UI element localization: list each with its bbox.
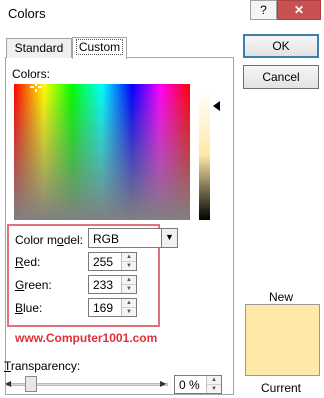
slider-left-icon[interactable]: ◀: [5, 379, 11, 388]
color-model-value: RGB: [93, 232, 120, 246]
tab-custom-label: Custom: [75, 39, 124, 55]
current-color-label: Current: [260, 381, 301, 395]
crosshair-icon: [30, 84, 42, 92]
green-down-icon[interactable]: ▼: [122, 285, 136, 293]
green-spinner[interactable]: 233 ▲ ▼: [88, 275, 137, 294]
red-value[interactable]: 255: [93, 255, 113, 269]
transparency-value[interactable]: 0 %: [179, 378, 200, 392]
blue-spinner[interactable]: 169 ▲ ▼: [88, 298, 137, 317]
current-color-swatch: [245, 373, 320, 376]
help-button[interactable]: ?: [250, 0, 277, 20]
close-button[interactable]: ✕: [277, 0, 321, 20]
transparency-spinner[interactable]: 0 % ▲ ▼: [174, 375, 222, 394]
red-label: Red:: [15, 255, 41, 269]
color-model-label: Color model:: [15, 233, 84, 247]
red-down-icon[interactable]: ▼: [122, 262, 136, 270]
luminance-slider[interactable]: [199, 90, 210, 220]
transparency-label: Transparency:: [4, 359, 81, 373]
transparency-slider[interactable]: ◀ ▶: [5, 376, 168, 392]
blue-value[interactable]: 169: [93, 301, 113, 315]
blue-down-icon[interactable]: ▼: [122, 308, 136, 316]
slider-thumb[interactable]: [25, 376, 37, 392]
cancel-button[interactable]: Cancel: [243, 65, 319, 89]
red-spinner[interactable]: 255 ▲ ▼: [88, 252, 137, 271]
new-color-label: New: [268, 290, 293, 304]
tab-standard[interactable]: Standard: [6, 38, 72, 58]
window-title: Colors: [8, 6, 46, 21]
transparency-up-icon[interactable]: ▲: [207, 376, 221, 385]
watermark-text: www.Computer1001.com: [15, 331, 158, 345]
blue-label: Blue:: [15, 301, 43, 315]
tab-custom[interactable]: Custom: [72, 37, 127, 59]
blue-up-icon[interactable]: ▲: [122, 299, 136, 308]
slider-right-icon[interactable]: ▶: [160, 379, 166, 388]
new-color-swatch: [245, 304, 320, 373]
transparency-down-icon[interactable]: ▼: [207, 385, 221, 393]
green-value[interactable]: 233: [93, 278, 113, 292]
color-spectrum-picker[interactable]: [14, 84, 190, 220]
chevron-down-icon[interactable]: ▼: [161, 229, 177, 247]
color-model-select[interactable]: RGB ▼: [88, 228, 178, 248]
green-label: Green:: [15, 278, 52, 292]
red-up-icon[interactable]: ▲: [122, 253, 136, 262]
ok-button[interactable]: OK: [243, 34, 319, 58]
luminance-pointer-icon[interactable]: [213, 101, 220, 111]
colors-label: Colors:: [12, 67, 51, 81]
green-up-icon[interactable]: ▲: [122, 276, 136, 285]
